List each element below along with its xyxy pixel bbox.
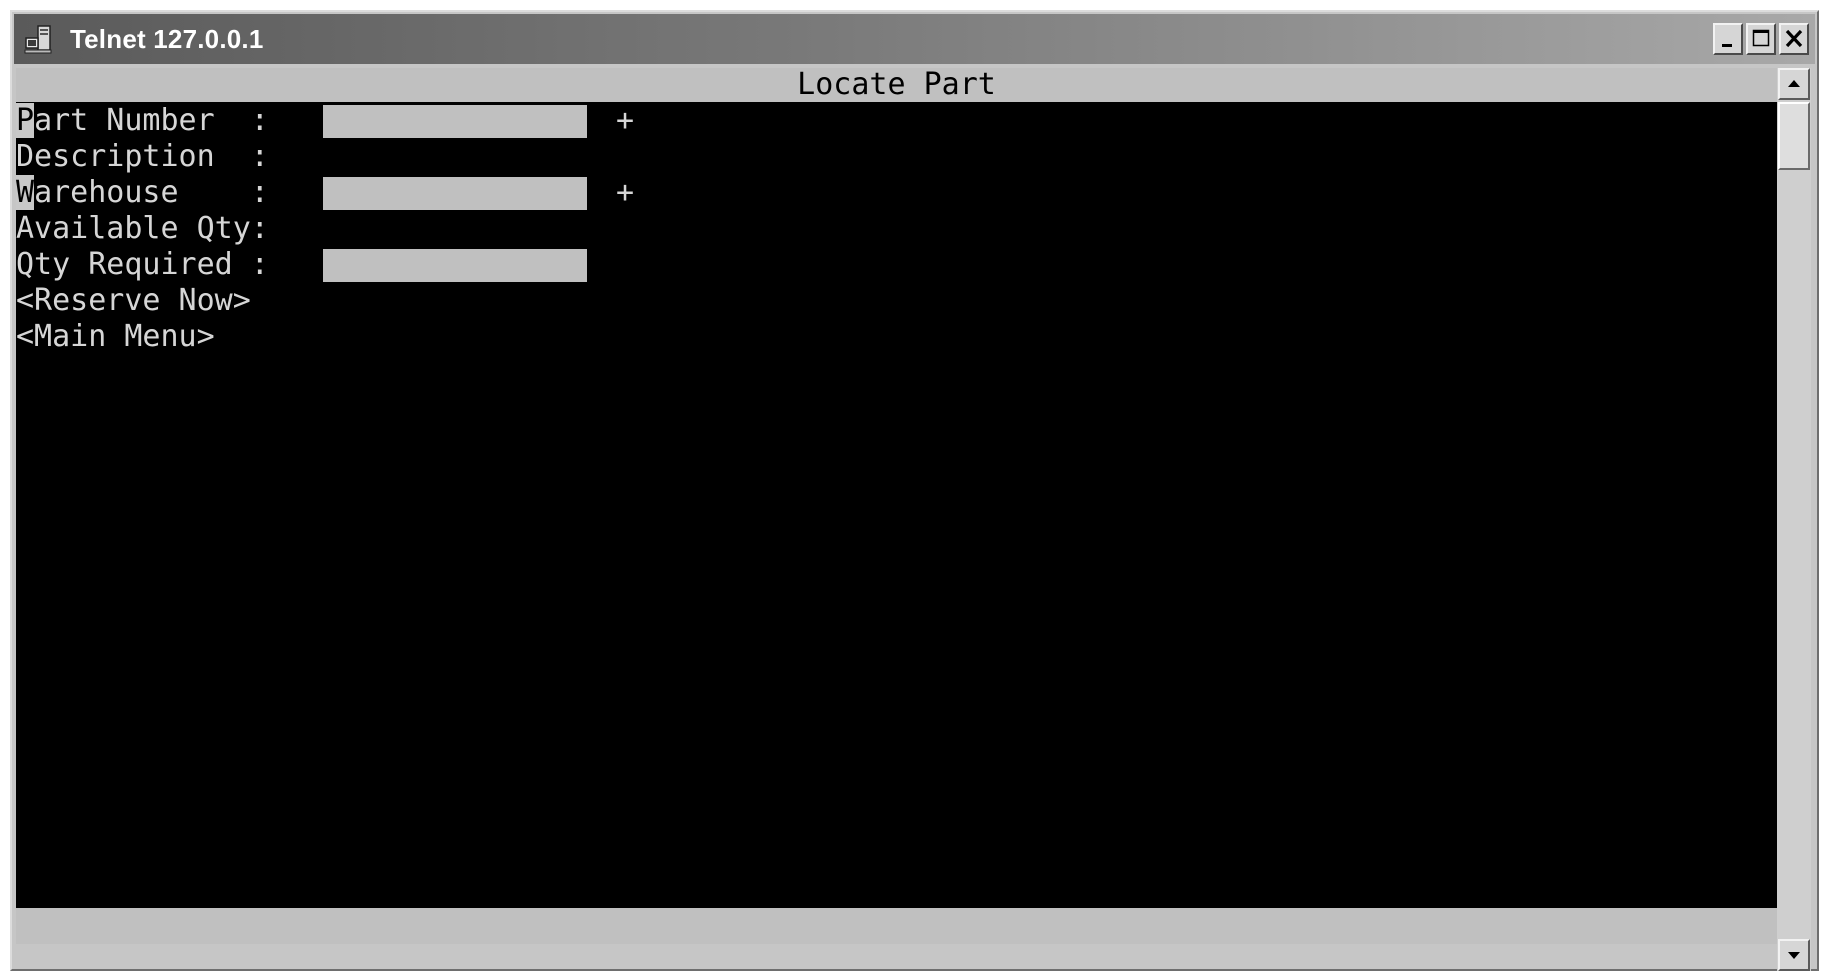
telnet-window: Telnet 127.0.0.1 Locate Part Part Number…: [10, 10, 1819, 971]
available-qty-label: Available Qty:: [16, 211, 269, 246]
warehouse-label: Warehouse :: [16, 175, 269, 210]
window-title: Telnet 127.0.0.1: [70, 24, 264, 54]
maximize-button[interactable]: [1746, 23, 1776, 55]
arrow-down-icon: [1788, 952, 1800, 959]
warehouse-input[interactable]: [323, 177, 587, 210]
minimize-icon: [1722, 44, 1732, 47]
title-bar[interactable]: Telnet 127.0.0.1: [14, 14, 1815, 64]
vertical-scrollbar[interactable]: [1777, 68, 1811, 971]
qty-required-input[interactable]: [323, 249, 587, 282]
maximize-icon: [1752, 29, 1770, 47]
telnet-computer-icon[interactable]: [24, 24, 54, 54]
description-row: Description :: [16, 140, 269, 174]
scrollbar-thumb[interactable]: [1778, 102, 1810, 170]
scroll-up-button[interactable]: [1778, 68, 1810, 100]
main-menu-action[interactable]: <Main Menu>: [16, 320, 215, 354]
close-icon: [1785, 29, 1803, 48]
status-line: [16, 908, 1777, 944]
reserve-now-action[interactable]: <Reserve Now>: [16, 284, 251, 318]
description-label: Description :: [16, 139, 269, 174]
arrow-up-icon: [1788, 80, 1800, 87]
window-controls: [1713, 23, 1809, 55]
warehouse-lookup-button[interactable]: +: [616, 176, 634, 210]
part-number-label: Part Number :: [16, 103, 269, 138]
part-number-row: Part Number : +: [16, 103, 634, 138]
available-qty-row: Available Qty:: [16, 212, 269, 246]
cursor: P: [16, 103, 35, 138]
close-button[interactable]: [1779, 23, 1809, 55]
scroll-down-button[interactable]: [1778, 939, 1810, 971]
screen-header: Locate Part: [16, 68, 1777, 102]
minimize-button[interactable]: [1713, 23, 1743, 55]
part-number-input[interactable]: [323, 105, 587, 138]
warehouse-row: Warehouse : +: [16, 175, 634, 210]
field-highlight-char: W: [16, 175, 35, 210]
qty-required-label: Qty Required :: [16, 247, 269, 282]
terminal-screen[interactable]: Locate Part Part Number : + Description …: [16, 68, 1777, 944]
qty-required-row: Qty Required :: [16, 248, 587, 282]
part-number-lookup-button[interactable]: +: [616, 104, 634, 138]
